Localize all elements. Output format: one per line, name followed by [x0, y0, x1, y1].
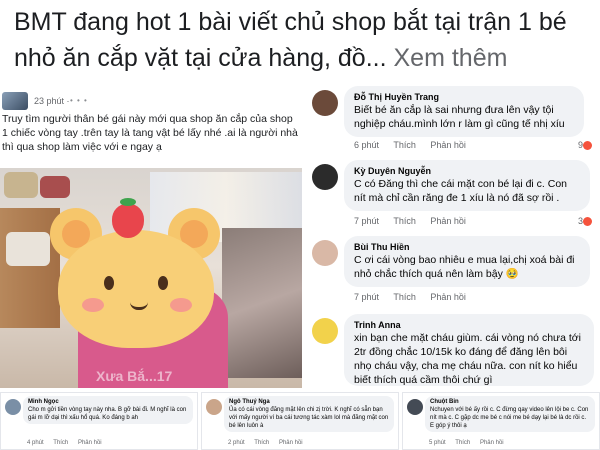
- clothes-pile: [222, 228, 302, 378]
- handbag: [6, 232, 50, 266]
- bear-mouth: [130, 302, 148, 310]
- mini-comment: Minh Ngọc Cho m gởi tiền vòng tay này nh…: [0, 392, 198, 450]
- strawberry-icon: [112, 198, 144, 238]
- comment-bubble: Minh Ngọc Cho m gởi tiền vòng tay này nh…: [23, 396, 193, 424]
- comment-time: 7 phút: [354, 216, 380, 226]
- like-button[interactable]: Thích: [53, 440, 68, 446]
- reply-button[interactable]: Phản hồi: [430, 140, 466, 150]
- post-photo[interactable]: Xưa Bắ...17: [0, 168, 302, 388]
- bear-eye: [158, 276, 168, 290]
- comment-actions: 5 phút Thích Phản hồi: [429, 440, 512, 446]
- comment-text: C có Đăng thì che cái mặt con bé lại đi …: [354, 178, 568, 204]
- avatar[interactable]: [312, 240, 338, 266]
- comment-time: 6 phút: [354, 140, 380, 150]
- comment-text: Cho m gởi tiền vòng tay này nha. B gỡ bà…: [28, 407, 187, 421]
- comment-time: 2 phút: [228, 440, 245, 446]
- photo-watermark: Xưa Bắ...17: [96, 368, 173, 384]
- mini-comment: Chuột Bin Nchuyen với bé ấy rồi c. C đừn…: [402, 392, 600, 450]
- avatar[interactable]: [312, 90, 338, 116]
- bear-cheek: [170, 298, 192, 312]
- comment-actions: 4 phút Thích Phản hồi: [27, 440, 110, 446]
- see-more-link[interactable]: Xem thêm: [394, 44, 508, 72]
- commenter-name[interactable]: Kỳ Duyên Nguyễn: [354, 165, 580, 177]
- comment-actions: 7 phút Thích Phản hồi: [354, 216, 478, 226]
- comment-text: Nchuyen với bé ấy rồi c. C đừng qay vide…: [430, 407, 589, 429]
- comment-bubble: Trinh Anna xin bạn che mặt cháu giùm. cá…: [344, 314, 594, 386]
- handbag: [40, 176, 70, 198]
- reaction-count[interactable]: 3: [578, 216, 594, 227]
- comment-bubble: Kỳ Duyên Nguyễn C có Đăng thì che cái mặ…: [344, 160, 590, 211]
- more-options-icon[interactable]: • • •: [70, 96, 88, 105]
- avatar[interactable]: [312, 318, 338, 344]
- reply-button[interactable]: Phản hồi: [430, 292, 466, 302]
- headline: BMT đang hot 1 bài viết chủ shop bắt tại…: [14, 4, 594, 76]
- reaction-icon: [583, 217, 592, 227]
- comment-actions: 6 phút Thích Phản hồi: [354, 140, 478, 150]
- commenter-name[interactable]: Chuột Bin: [430, 398, 590, 406]
- reply-button[interactable]: Phản hồi: [480, 440, 504, 446]
- avatar[interactable]: [312, 164, 338, 190]
- avatar[interactable]: [2, 92, 28, 110]
- avatar[interactable]: [5, 399, 21, 415]
- comment-actions: 2 phút Thích Phản hồi: [228, 440, 311, 446]
- bear-sticker: [50, 198, 220, 354]
- comment-actions: 7 phút Thích Phản hồi: [354, 292, 478, 302]
- comment-time: 7 phút: [354, 292, 380, 302]
- bear-eye: [104, 276, 114, 290]
- comment-bubble: Chuột Bin Nchuyen với bé ấy rồi c. C đừn…: [425, 396, 595, 432]
- like-button[interactable]: Thích: [393, 140, 416, 150]
- commenter-name[interactable]: Bùi Thu Hiền: [354, 241, 580, 253]
- bear-face: [58, 230, 214, 348]
- commenter-name[interactable]: Đỗ Thị Huyền Trang: [354, 91, 574, 103]
- commenter-name[interactable]: Ngô Thuý Nga: [229, 398, 389, 406]
- commenter-name[interactable]: Minh Ngọc: [28, 398, 188, 406]
- post-text: Truy tìm người thân bé gái này mới qua s…: [2, 113, 298, 153]
- avatar[interactable]: [206, 399, 222, 415]
- bear-cheek: [82, 298, 104, 312]
- comment-bubble: Ngô Thuý Nga Ủa có cái vòng đăng mặt lên…: [224, 396, 394, 432]
- post-time: 23 phút ·: [34, 96, 70, 106]
- like-button[interactable]: Thích: [393, 292, 416, 302]
- comment-list: Đỗ Thị Huyền Trang Biết bé ăn cắp là sai…: [306, 86, 600, 386]
- reply-button[interactable]: Phản hồi: [78, 440, 102, 446]
- reaction-count[interactable]: 9: [578, 140, 594, 151]
- handbag: [4, 172, 38, 198]
- comment-time: 4 phút: [27, 440, 44, 446]
- comment-text: C ơi cái vòng bao nhiêu e mua lại,chị xo…: [354, 254, 575, 280]
- reaction-icon: [583, 141, 592, 151]
- like-button[interactable]: Thích: [393, 216, 416, 226]
- reply-button[interactable]: Phản hồi: [279, 440, 303, 446]
- reply-button[interactable]: Phản hồi: [430, 216, 466, 226]
- avatar[interactable]: [407, 399, 423, 415]
- comment-bubble: Bùi Thu Hiền C ơi cái vòng bao nhiêu e m…: [344, 236, 590, 287]
- commenter-name[interactable]: Trinh Anna: [354, 319, 584, 331]
- comment-text: xin bạn che mặt cháu giùm. cái vòng nó c…: [354, 332, 581, 386]
- comment-time: 5 phút: [429, 440, 446, 446]
- like-button[interactable]: Thích: [455, 440, 470, 446]
- like-button[interactable]: Thích: [254, 440, 269, 446]
- comment-text: Biết bé ăn cắp là sai nhưng đưa lên vậy …: [354, 104, 565, 130]
- mini-comment: Ngô Thuý Nga Ủa có cái vòng đăng mặt lên…: [201, 392, 399, 450]
- comment-text: Ủa có cái vòng đăng mặt lên chi zị trời.…: [229, 407, 389, 429]
- comment-bubble: Đỗ Thị Huyền Trang Biết bé ăn cắp là sai…: [344, 86, 584, 137]
